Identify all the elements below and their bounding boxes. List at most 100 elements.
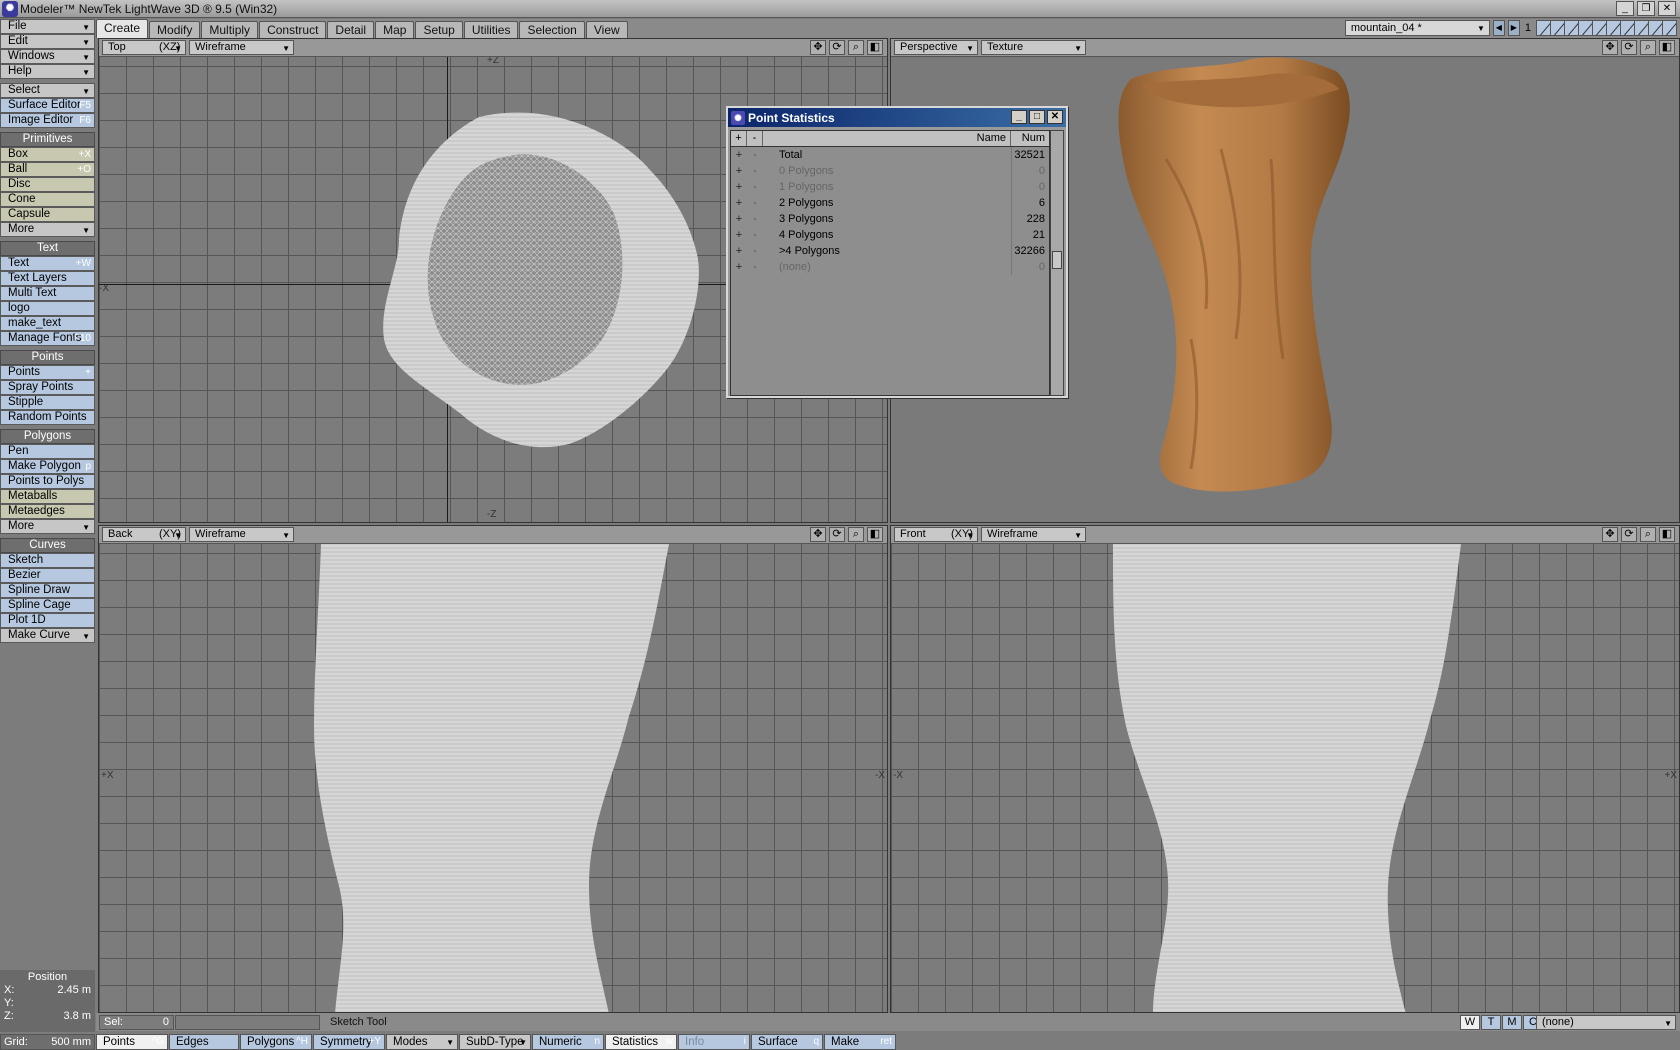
bottom-polygons-button[interactable]: Polygons ^H [240,1033,312,1050]
layer-3-button[interactable] [1564,20,1579,36]
layer-6-button[interactable] [1606,20,1621,36]
rotate-icon[interactable]: ⟳ [829,40,845,55]
deselect-minus-button[interactable]: - [747,195,763,211]
bottom-symmetry-button[interactable]: Symmetry +Y [313,1033,385,1050]
viewport-top-view-select[interactable]: Top (XZ) [102,40,186,55]
sidebar-more-button[interactable]: More ▼ [0,519,95,534]
bottom-modes-button[interactable]: Modes ▼ [386,1033,458,1050]
tab-construct[interactable]: Construct [259,21,327,38]
pan-icon[interactable]: ✥ [810,40,826,55]
tab-modify[interactable]: Modify [149,21,201,38]
select-plus-button[interactable]: + [731,163,747,179]
viewport-perspective-mode-select[interactable]: Texture [981,40,1086,55]
dialog-title-bar[interactable]: ✺ Point Statistics _ □ ✕ [728,108,1066,127]
bottom-info-button[interactable]: Info i [678,1033,750,1050]
deselect-minus-button[interactable]: - [747,179,763,195]
bottom-edges-button[interactable]: Edges [169,1033,239,1050]
table-row[interactable]: + - 0 Polygons 0 [731,163,1049,179]
dialog-maximize-button[interactable]: □ [1029,110,1045,124]
zoom-icon[interactable]: ⌕ [1640,40,1656,55]
sidebar-image-editor-button[interactable]: Image Editor F6 [0,113,95,128]
layer-8-button[interactable] [1634,20,1649,36]
sidebar-surface-editor-button[interactable]: Surface Editor F5 [0,98,95,113]
sidebar-file-button[interactable]: File ▼ [0,19,95,34]
col-minus-header[interactable]: - [747,131,763,146]
sidebar-sketch-button[interactable]: Sketch [0,553,95,568]
sidebar-points-button[interactable]: Points + [0,365,95,380]
select-plus-button[interactable]: + [731,243,747,259]
viewport-back-view-select[interactable]: Back (XY) [102,527,186,542]
next-layer-button[interactable]: ▶ [1507,20,1520,36]
layer-4-button[interactable] [1578,20,1593,36]
sidebar-bezier-button[interactable]: Bezier [0,568,95,583]
sidebar-points-to-polys-button[interactable]: Points to Polys [0,474,95,489]
maximize-viewport-icon[interactable]: ◧ [1659,40,1675,55]
deselect-minus-button[interactable]: - [747,243,763,259]
wtmcs-t-button[interactable]: T [1481,1015,1501,1030]
sidebar-disc-button[interactable]: Disc [0,177,95,192]
sidebar-metaedges-button[interactable]: Metaedges [0,504,95,519]
zoom-icon[interactable]: ⌕ [848,40,864,55]
select-plus-button[interactable]: + [731,147,747,163]
bottom-statistics-button[interactable]: Statistics w [605,1033,677,1050]
sidebar-select-button[interactable]: Select ▼ [0,83,95,98]
layer-2-button[interactable] [1550,20,1565,36]
sidebar-logo-button[interactable]: logo [0,301,95,316]
sidebar-random-points-button[interactable]: Random Points [0,410,95,425]
zoom-icon[interactable]: ⌕ [1640,527,1656,542]
select-plus-button[interactable]: + [731,195,747,211]
table-row[interactable]: + - Total 32521 [731,147,1049,163]
tab-create[interactable]: Create [96,19,149,38]
sidebar-stipple-button[interactable]: Stipple [0,395,95,410]
sidebar-box-button[interactable]: Box +X [0,147,95,162]
prev-layer-button[interactable]: ◀ [1492,20,1505,36]
dialog-close-button[interactable]: ✕ [1047,110,1063,124]
select-plus-button[interactable]: + [731,227,747,243]
tab-multiply[interactable]: Multiply [201,21,259,38]
maximize-viewport-icon[interactable]: ◧ [1659,527,1675,542]
sidebar-text-layers-button[interactable]: Text Layers [0,271,95,286]
sidebar-plot-1d-button[interactable]: Plot 1D [0,613,95,628]
sidebar-pen-button[interactable]: Pen [0,444,95,459]
dialog-minimize-button[interactable]: _ [1011,110,1027,124]
tab-utilities[interactable]: Utilities [463,21,519,38]
layer-1-button[interactable] [1536,20,1551,36]
sidebar-multi-text-button[interactable]: Multi Text [0,286,95,301]
deselect-minus-button[interactable]: - [747,259,763,275]
layer-9-button[interactable] [1648,20,1663,36]
select-plus-button[interactable]: + [731,179,747,195]
bottom-subd-type-button[interactable]: SubD-Type ▼ [459,1033,531,1050]
sidebar-capsule-button[interactable]: Capsule [0,207,95,222]
scrollbar-thumb[interactable] [1052,251,1062,269]
bottom-make-button[interactable]: Make ret [824,1033,896,1050]
surface-selector[interactable]: (none) [1536,1015,1676,1030]
viewport-back[interactable]: Back (XY) Wireframe ✥⟳⌕◧ +X -X [98,525,888,1013]
tab-detail[interactable]: Detail [327,21,375,38]
layer-7-button[interactable] [1620,20,1635,36]
close-button[interactable]: ✕ [1658,1,1676,16]
sidebar-ball-button[interactable]: Ball +O [0,162,95,177]
table-row[interactable]: + - 3 Polygons 228 [731,211,1049,227]
point-statistics-dialog[interactable]: ✺ Point Statistics _ □ ✕ + - Name Num + -… [726,106,1068,398]
col-plus-header[interactable]: + [731,131,747,146]
pan-icon[interactable]: ✥ [810,527,826,542]
table-row[interactable]: + - >4 Polygons 32266 [731,243,1049,259]
viewport-back-mode-select[interactable]: Wireframe [189,527,294,542]
sidebar-spray-points-button[interactable]: Spray Points [0,380,95,395]
maximize-viewport-icon[interactable]: ◧ [867,527,883,542]
deselect-minus-button[interactable]: - [747,163,763,179]
object-selector[interactable]: mountain_04 * [1344,20,1490,36]
sidebar-edit-button[interactable]: Edit ▼ [0,34,95,49]
viewport-front[interactable]: Front (XY) Wireframe ✥⟳⌕◧ -X +X [890,525,1680,1013]
tab-view[interactable]: View [585,21,628,38]
sidebar-help-button[interactable]: Help ▼ [0,64,95,79]
layer-5-button[interactable] [1592,20,1607,36]
sidebar-make-polygon-button[interactable]: Make Polygon p [0,459,95,474]
tab-selection[interactable]: Selection [519,21,585,38]
viewport-front-view-select[interactable]: Front (XY) [894,527,978,542]
tab-map[interactable]: Map [375,21,415,38]
minimize-button[interactable]: _ [1616,1,1634,16]
sidebar-spline-draw-button[interactable]: Spline Draw [0,583,95,598]
viewport-perspective-view-select[interactable]: Perspective [894,40,978,55]
bottom-surface-button[interactable]: Surface q [751,1033,823,1050]
